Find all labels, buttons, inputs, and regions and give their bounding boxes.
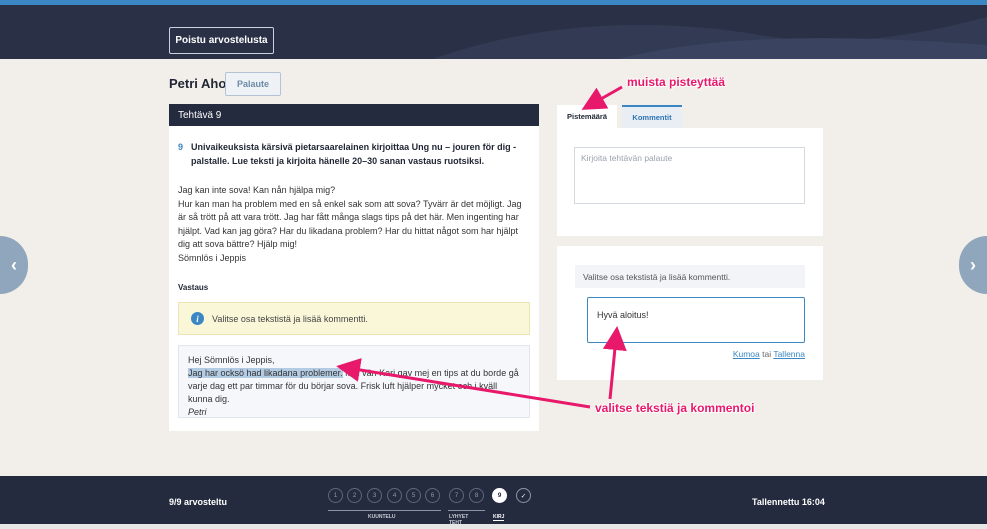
step-2[interactable]: 2 — [347, 488, 362, 503]
saved-status: Tallennettu 16:04 — [752, 497, 825, 507]
group-divider — [328, 510, 441, 511]
step-5[interactable]: 5 — [406, 488, 421, 503]
step-4[interactable]: 4 — [387, 488, 402, 503]
grading-progress: 9/9 arvosteltu — [169, 497, 228, 507]
info-text: Valitse osa tekstistä ja lisää kommentti… — [212, 313, 368, 324]
header-wave-decoration — [433, 17, 987, 59]
task-feedback-field[interactable]: Kirjoita tehtävän palaute — [574, 147, 805, 204]
student-name: Petri Aho — [169, 76, 227, 91]
tab-comments[interactable]: Kommentit — [622, 105, 682, 128]
window-bottom-strip — [0, 524, 987, 529]
group-divider — [448, 510, 485, 511]
letter-line: Jag kan inte sova! Kan nån hjälpa mig? — [178, 185, 336, 195]
save-link[interactable]: Tallenna — [773, 349, 805, 359]
task-card: Tehtävä 9 9 Univaikeuksista kärsivä piet… — [169, 104, 539, 431]
question-number: 9 — [178, 142, 184, 152]
step-6[interactable]: 6 — [425, 488, 440, 503]
task-header: Tehtävä 9 — [169, 104, 539, 126]
comment-card: Valitse osa tekstistä ja lisää kommentti… — [557, 246, 823, 380]
question: 9 Univaikeuksista kärsivä pietarsaarelai… — [178, 140, 530, 168]
arrow-to-points-tab — [581, 85, 623, 110]
cancel-link[interactable]: Kumoa — [733, 349, 760, 359]
exit-grading-button[interactable]: Poistu arvostelusta — [169, 27, 274, 54]
or-text: tai — [762, 349, 772, 359]
step-1[interactable]: 1 — [328, 488, 343, 503]
step-9[interactable]: 9 — [492, 488, 507, 503]
source-letter: Jag kan inte sova! Kan nån hjälpa mig? H… — [178, 184, 530, 265]
step-3[interactable]: 3 — [367, 488, 382, 503]
step-8[interactable]: 8 — [469, 488, 484, 503]
top-bar: Poistu arvostelusta — [0, 0, 987, 59]
comment-input[interactable]: Hyvä aloitus! — [587, 297, 805, 343]
info-box: i Valitse osa tekstistä ja lisää komment… — [178, 302, 530, 335]
answer-signature[interactable]: Petri — [188, 406, 520, 419]
feedback-button[interactable]: Palaute — [225, 72, 281, 96]
student-answer[interactable]: Hej Sömnlös i Jeppis, Jag har ocksö had … — [178, 345, 530, 418]
annotation-remember-points: muista pisteyttää — [627, 75, 726, 89]
chevron-left-icon: ‹ — [11, 254, 17, 275]
letter-line: Hur kan man ha problem med en så enkel s… — [178, 198, 522, 250]
footer-bar: 9/9 arvosteltu 1 2 3 4 5 6 7 8 9 ✓ KUUNT… — [0, 476, 987, 529]
group-label-writing: KIRJ — [493, 514, 505, 521]
step-7[interactable]: 7 — [449, 488, 464, 503]
task-body: 9 Univaikeuksista kärsivä pietarsaarelai… — [169, 126, 539, 432]
answer-body[interactable]: Jag har ocksö had likadana problemer. Mi… — [188, 367, 520, 406]
comment-actions: Kumoa tai Tallenna — [733, 349, 805, 359]
highlighted-selection[interactable]: Jag har ocksö had likadana problemer. — [188, 368, 343, 378]
group-label-listening: KUUNTELU — [368, 514, 396, 520]
chevron-right-icon: › — [970, 254, 976, 275]
annotation-select-text: valitse tekstiä ja kommentoi — [595, 401, 755, 415]
question-text: Univaikeuksista kärsivä pietarsaarelaine… — [191, 142, 517, 166]
letter-line: Sömnlös i Jeppis — [178, 252, 247, 263]
check-icon[interactable]: ✓ — [516, 488, 531, 503]
tab-points[interactable]: Pistemäärä — [557, 105, 617, 128]
next-student-button[interactable]: › — [959, 236, 987, 294]
answer-greeting[interactable]: Hej Sömnlös i Jeppis, — [188, 354, 520, 367]
feedback-card: Kirjoita tehtävän palaute — [557, 128, 823, 236]
answer-label: Vastaus — [178, 283, 209, 292]
previous-student-button[interactable]: ‹ — [0, 236, 28, 294]
info-icon: i — [191, 312, 204, 325]
comment-hint: Valitse osa tekstistä ja lisää kommentti… — [575, 265, 805, 288]
